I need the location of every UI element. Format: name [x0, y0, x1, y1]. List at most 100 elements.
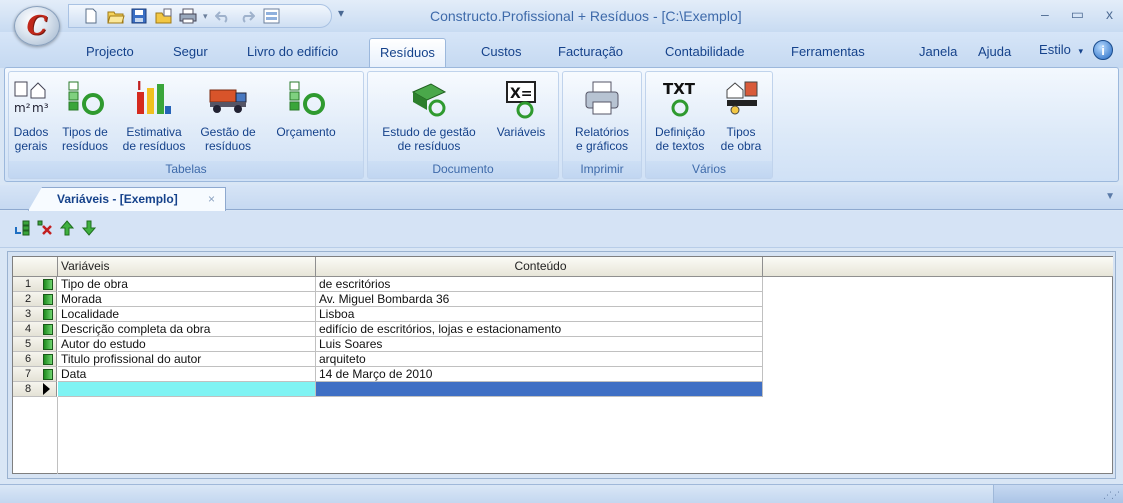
definicao-de-textos-button[interactable]: TXT Definição de textos	[648, 78, 712, 153]
resize-grip-icon[interactable]: ⋰⋰	[1103, 490, 1120, 501]
redo-icon[interactable]	[239, 8, 256, 24]
tipos-de-residuos-button[interactable]: Tipos de resíduos	[54, 78, 116, 153]
document-tab-bar: Variáveis - [Exemplo] × ▼	[0, 185, 1123, 211]
tab-segur[interactable]: Segur	[163, 38, 218, 68]
grid-panel: Variáveis Conteúdo 1 Tipo de obra de esc…	[7, 251, 1116, 479]
table-row[interactable]: 4 Descrição completa da obra edifício de…	[13, 322, 781, 337]
cell-conteudo[interactable]: Lisboa	[316, 307, 763, 322]
cell-variavel[interactable]: Tipo de obra	[58, 277, 316, 292]
variables-icon: X=	[501, 78, 541, 120]
orcamento-button[interactable]: Orçamento	[267, 78, 345, 139]
gestao-de-residuos-button[interactable]: Gestão de resíduos	[192, 78, 264, 153]
estudo-de-gestao-button[interactable]: Estudo de gestão de resíduos	[372, 78, 486, 153]
row-number: 1	[25, 278, 32, 290]
tipos-de-obra-button[interactable]: Tipos de obra	[712, 78, 770, 153]
tab-variaveis-exemplo[interactable]: Variáveis - [Exemplo] ×	[28, 187, 226, 211]
cell-variavel[interactable]: Titulo profissional do autor	[58, 352, 316, 367]
chevron-down-icon[interactable]: ▼	[1105, 191, 1115, 202]
column-header-conteudo[interactable]: Conteúdo	[316, 257, 763, 277]
relatorios-e-graficos-button[interactable]: Relatórios e gráficos	[567, 78, 637, 153]
close-icon[interactable]: ×	[208, 188, 215, 210]
tab-janela[interactable]: Janela	[909, 38, 967, 68]
row-page-icon	[43, 354, 53, 365]
tipos-de-residuos-label: Tipos de resíduos	[61, 125, 109, 153]
cell-conteudo[interactable]: de escritórios	[316, 277, 763, 292]
table-row[interactable]: 3 Localidade Lisboa	[13, 307, 781, 322]
row-page-icon	[43, 324, 53, 335]
row-header[interactable]: 6	[13, 352, 57, 367]
cell-conteudo[interactable]: edifício de escritórios, lojas e estacio…	[316, 322, 763, 337]
row-header[interactable]: 1	[13, 277, 57, 292]
row-page-icon	[43, 369, 53, 380]
table-row[interactable]: 6 Titulo profissional do autor arquiteto	[13, 352, 781, 367]
table-row[interactable]: 1 Tipo de obra de escritórios	[13, 277, 781, 292]
open-folder-icon[interactable]	[155, 8, 172, 24]
tab-residuos[interactable]: Resíduos	[369, 38, 446, 68]
cell-variavel[interactable]: Data	[58, 367, 316, 382]
open-icon[interactable]	[107, 8, 125, 24]
maximize-button[interactable]: ▭	[1071, 6, 1084, 23]
minimize-button[interactable]: –	[1041, 6, 1049, 23]
new-icon[interactable]	[83, 8, 100, 24]
cell-conteudo-selected[interactable]	[316, 382, 763, 397]
tipos-de-obra-label: Tipos de obra	[720, 125, 762, 153]
printer-icon	[582, 78, 622, 120]
estimativa-de-residuos-button[interactable]: I Estimativa de resíduos	[119, 78, 189, 153]
application-button[interactable]: C	[14, 6, 60, 46]
cell-variavel[interactable]: Autor do estudo	[58, 337, 316, 352]
row-number: 6	[25, 353, 32, 365]
row-number: 7	[25, 368, 32, 380]
row-header[interactable]: 4	[13, 322, 57, 337]
row-number: 4	[25, 323, 32, 335]
tab-custos[interactable]: Custos	[471, 38, 531, 68]
cell-conteudo[interactable]: arquiteto	[316, 352, 763, 367]
ribbon-group-documento: Estudo de gestão de resíduos X= Variávei…	[367, 71, 559, 179]
column-header-variaveis[interactable]: Variáveis	[58, 257, 316, 277]
cell-conteudo[interactable]: Av. Miguel Bombarda 36	[316, 292, 763, 307]
app-logo-letter: C	[26, 11, 48, 41]
cell-variavel[interactable]: Morada	[58, 292, 316, 307]
grid-toolbar	[0, 211, 1123, 248]
row-header[interactable]: 5	[13, 337, 57, 352]
tab-facturacao[interactable]: Facturação	[548, 38, 633, 68]
ribbon: m² m³ Dados gerais Tipos de resíduos I Es…	[4, 67, 1119, 182]
help-icon[interactable]: i	[1093, 40, 1113, 60]
print-dropdown-icon[interactable]: ▾	[203, 11, 208, 22]
row-header[interactable]: 7	[13, 367, 57, 382]
cell-variavel[interactable]	[58, 382, 316, 397]
table-row-new[interactable]: 8	[13, 382, 781, 397]
txt-recycle-icon: TXT	[660, 78, 700, 120]
cell-variavel[interactable]: Descrição completa da obra	[58, 322, 316, 337]
tab-contabilidade[interactable]: Contabilidade	[655, 38, 755, 68]
variaveis-button[interactable]: X= Variáveis	[488, 78, 554, 139]
layout-icon[interactable]	[263, 8, 280, 24]
save-icon[interactable]	[131, 8, 148, 24]
tab-ferramentas[interactable]: Ferramentas	[781, 38, 875, 68]
status-bar: ⋰⋰	[0, 484, 1123, 503]
table-row[interactable]: 5 Autor do estudo Luis Soares	[13, 337, 781, 352]
row-header[interactable]: 3	[13, 307, 57, 322]
delete-row-icon[interactable]	[36, 219, 54, 237]
move-down-icon[interactable]	[80, 219, 98, 237]
move-up-icon[interactable]	[58, 219, 76, 237]
close-button[interactable]: x	[1106, 6, 1113, 23]
table-row[interactable]: 7 Data 14 de Março de 2010	[13, 367, 781, 382]
cell-conteudo[interactable]: Luis Soares	[316, 337, 763, 352]
row-page-icon	[43, 339, 53, 350]
style-menu[interactable]: Estilo ▾	[1039, 42, 1083, 57]
svg-text:m³: m³	[32, 101, 49, 115]
status-bar-right-panel: ⋰⋰	[993, 485, 1123, 503]
undo-icon[interactable]	[214, 8, 232, 24]
cell-variavel[interactable]: Localidade	[58, 307, 316, 322]
tab-ajuda[interactable]: Ajuda	[968, 38, 1021, 68]
row-header[interactable]: 2	[13, 292, 57, 307]
tab-livro-do-edificio[interactable]: Livro do edifício	[237, 38, 348, 68]
cell-conteudo[interactable]: 14 de Março de 2010	[316, 367, 763, 382]
dados-gerais-button[interactable]: m² m³ Dados gerais	[12, 78, 50, 153]
table-row[interactable]: 2 Morada Av. Miguel Bombarda 36	[13, 292, 781, 307]
customize-qat-icon[interactable]: ▾	[338, 6, 344, 20]
tab-projecto[interactable]: Projecto	[76, 38, 144, 68]
insert-row-icon[interactable]	[14, 219, 32, 237]
row-header[interactable]: 8	[13, 382, 57, 397]
print-icon[interactable]	[179, 8, 197, 24]
